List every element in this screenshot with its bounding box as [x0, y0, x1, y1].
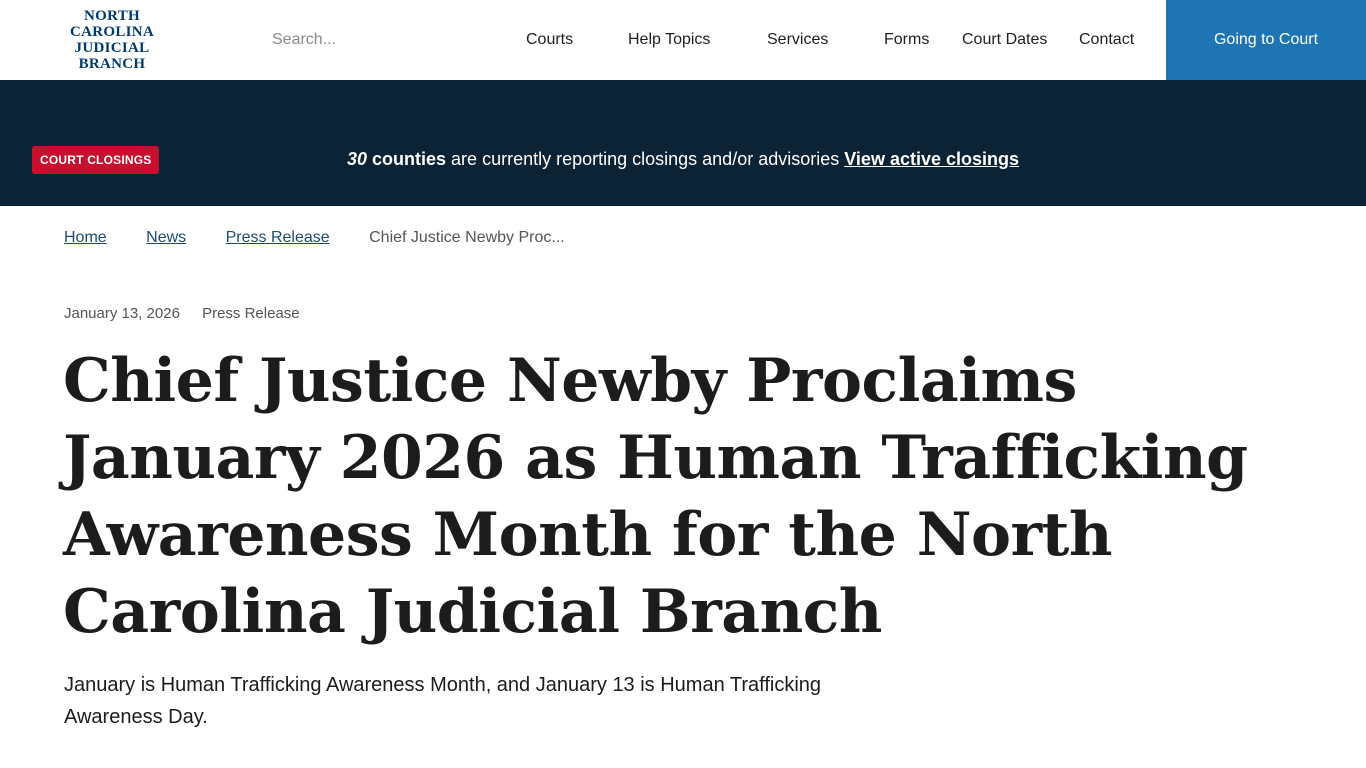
- logo-line: CAROLINA: [69, 24, 155, 40]
- search-input[interactable]: [262, 22, 502, 58]
- nav-services[interactable]: Services: [767, 30, 828, 50]
- page-title: Chief Justice Newby Proclaims January 20…: [63, 346, 1248, 647]
- article-date: January 13, 2026: [64, 305, 180, 322]
- nav-help-topics[interactable]: Help Topics: [628, 30, 710, 50]
- article-summary: January is Human Trafficking Awareness M…: [64, 674, 822, 728]
- nav-courts[interactable]: Courts: [526, 30, 573, 50]
- breadcrumb-news[interactable]: News: [146, 229, 186, 246]
- logo-line: NORTH: [84, 8, 140, 24]
- nav-contact[interactable]: Contact: [1079, 30, 1134, 50]
- closings-text: are currently reporting closings and/or …: [451, 149, 840, 169]
- site-header: NORTH CAROLINA JUDICIAL BRANCH Courts He…: [0, 0, 1366, 80]
- breadcrumb-home[interactable]: Home: [64, 229, 107, 246]
- breadcrumb: Home News Press Release Chief Justice Ne…: [64, 228, 565, 248]
- nav-court-dates[interactable]: Court Dates: [962, 30, 1047, 50]
- article-category: Press Release: [202, 305, 300, 322]
- site-logo[interactable]: NORTH CAROLINA JUDICIAL BRANCH: [62, 8, 162, 72]
- logo-line: JUDICIAL: [74, 40, 150, 56]
- going-to-court-label: Going to Court: [1213, 31, 1319, 48]
- closings-counties-label: counties: [372, 149, 447, 169]
- closings-count: 30: [346, 149, 367, 169]
- going-to-court-button[interactable]: Going to Court: [1166, 0, 1366, 80]
- view-active-closings-link[interactable]: View active closings: [844, 149, 1019, 169]
- breadcrumb-current: Chief Justice Newby Proc...: [369, 229, 565, 246]
- nav-forms[interactable]: Forms: [884, 30, 929, 50]
- closings-banner: COURT CLOSINGS 30 counties are currently…: [0, 80, 1366, 206]
- article-meta: January 13, 2026 Press Release: [64, 304, 300, 324]
- breadcrumb-press-release[interactable]: Press Release: [226, 229, 330, 246]
- logo-line: BRANCH: [78, 56, 146, 72]
- closings-message: 30 counties are currently reporting clos…: [0, 147, 1366, 171]
